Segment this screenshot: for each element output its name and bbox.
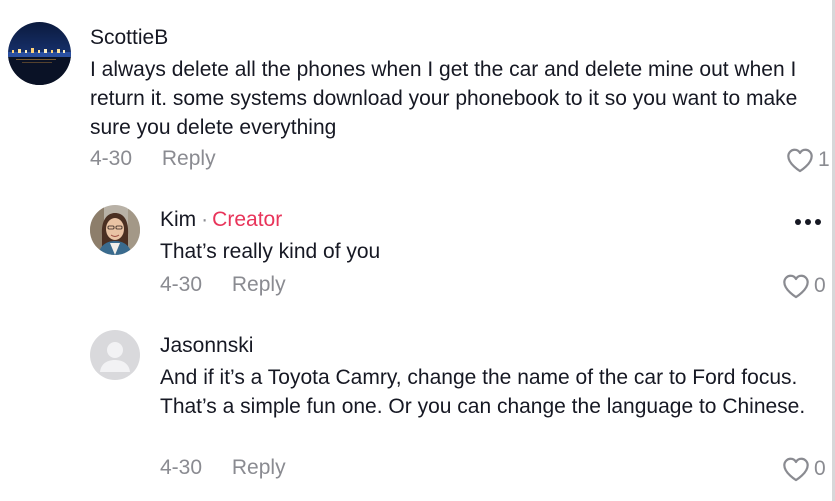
like-count: 0 (814, 274, 826, 297)
heart-icon (787, 148, 813, 173)
comment-meta: 4-30 Reply (90, 147, 216, 171)
avatar-jasonnski[interactable] (90, 330, 140, 380)
reply-button[interactable]: Reply (232, 273, 286, 296)
reply-date: 4-30 (160, 456, 203, 479)
more-dot (795, 219, 801, 225)
reply-username[interactable]: Jasonnski (160, 334, 253, 358)
reply-meta: 4-30 Reply (160, 456, 286, 480)
avatar-scottieb[interactable] (8, 22, 71, 85)
creator-separator: · (201, 208, 209, 231)
avatar-image (8, 22, 71, 85)
person-silhouette-icon (90, 330, 140, 380)
avatar-image (90, 205, 140, 255)
like-count: 0 (814, 457, 826, 480)
heart-icon (783, 274, 809, 299)
like-count: 1 (818, 148, 830, 171)
like-button[interactable]: 0 (782, 273, 826, 299)
reply-button[interactable]: Reply (232, 456, 286, 479)
like-button[interactable]: 0 (782, 456, 826, 482)
comment-date: 4-30 (90, 147, 133, 170)
comment-text: I always delete all the phones when I ge… (90, 58, 798, 139)
username-kim[interactable]: Kim (160, 208, 196, 231)
reply-text: That’s really kind of you (160, 240, 381, 263)
creator-badge: Creator (212, 208, 283, 231)
more-dot (815, 219, 821, 225)
avatar-kim[interactable] (90, 205, 140, 255)
reply-username: Kim · Creator (160, 208, 282, 232)
reply-meta: 4-30 Reply (160, 273, 286, 297)
more-options-button[interactable] (795, 219, 821, 225)
reply-text: And if it’s a Toyota Camry, change the n… (160, 366, 806, 418)
reply-button[interactable]: Reply (162, 147, 216, 170)
reply-date: 4-30 (160, 273, 203, 296)
heart-icon (783, 457, 809, 482)
comment-username[interactable]: ScottieB (90, 26, 168, 50)
more-dot (805, 219, 811, 225)
like-button[interactable]: 1 (786, 147, 830, 173)
